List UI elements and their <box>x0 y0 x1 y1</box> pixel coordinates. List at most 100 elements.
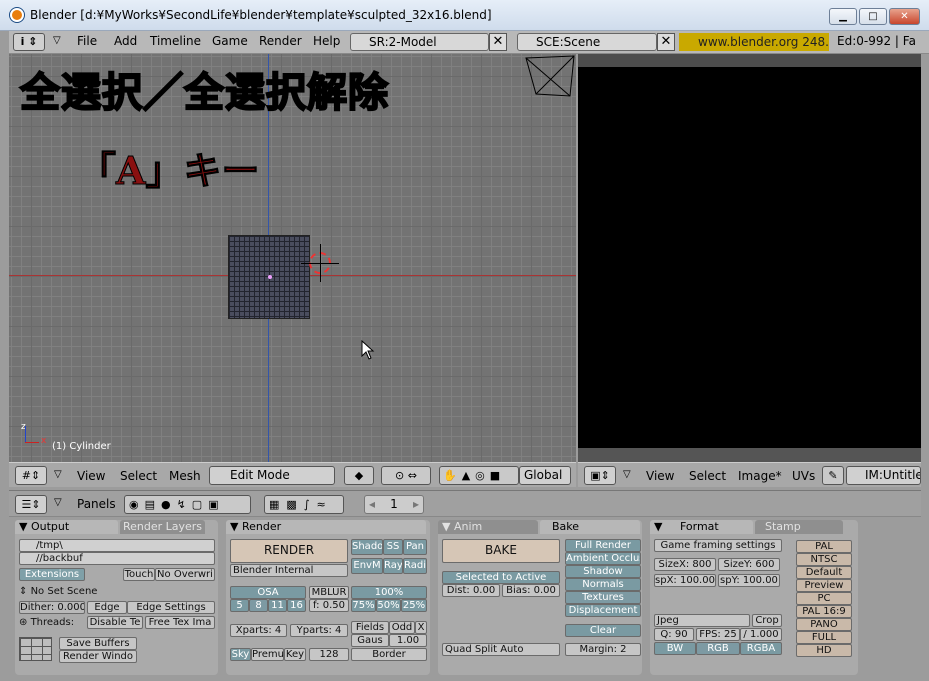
collapse-triangle-icon[interactable]: ▽ <box>623 469 631 480</box>
tab-render-layers[interactable]: Render Layers <box>120 520 205 534</box>
menu-help[interactable]: Help <box>313 34 340 48</box>
odd-toggle[interactable]: Odd <box>389 621 415 634</box>
menu-timeline[interactable]: Timeline <box>150 34 201 48</box>
set-scene-selector[interactable]: ⇕ No Set Scene <box>19 586 97 597</box>
collapse-triangle-icon[interactable]: ▽ <box>54 497 62 508</box>
bake-button[interactable]: BAKE <box>442 539 560 563</box>
shadow-toggle[interactable]: Shado <box>351 539 383 555</box>
crop-toggle[interactable]: Crop <box>752 614 782 627</box>
size-75[interactable]: 75% <box>351 599 376 612</box>
edge-settings-button[interactable]: Edge Settings <box>127 601 215 614</box>
sky-toggle[interactable]: Sky <box>230 648 251 661</box>
xparts-field[interactable]: Xparts: 4 <box>230 624 287 637</box>
aspy-field[interactable]: spY: 100.00 <box>718 574 780 587</box>
disable-tex-toggle[interactable]: Disable Te <box>87 616 143 629</box>
filter-size-field[interactable]: 1.00 <box>389 634 427 647</box>
tab-format[interactable]: ▼ Format <box>650 520 753 534</box>
buttons-editor-type-icon[interactable]: ☰⇕ <box>15 495 47 514</box>
yparts-field[interactable]: Yparts: 4 <box>290 624 348 637</box>
preset-hd[interactable]: HD <box>796 644 852 657</box>
rgb-toggle[interactable]: RGB <box>696 642 740 655</box>
delete-screen-icon[interactable]: ✕ <box>489 33 507 51</box>
osa-11[interactable]: 11 <box>268 599 287 612</box>
selected-to-active-toggle[interactable]: Selected to Active <box>442 571 560 584</box>
radio-toggle[interactable]: Radi <box>403 558 427 574</box>
collapse-triangle-icon[interactable]: ▽ <box>54 469 62 480</box>
bake-ambient-occlusion[interactable]: Ambient Occlus <box>565 552 641 565</box>
screen-selector[interactable]: SR:2-Model <box>350 33 489 51</box>
edge-toggle[interactable]: Edge <box>87 601 127 614</box>
manipulator-icons[interactable]: ✋▲◎■ <box>439 466 519 485</box>
size-50[interactable]: 50% <box>376 599 401 612</box>
menu-image[interactable]: Image* <box>738 469 782 483</box>
key-toggle[interactable]: Key <box>284 648 306 661</box>
preset-pal169[interactable]: PAL 16:9 <box>796 605 852 618</box>
x-toggle[interactable]: X <box>415 621 427 634</box>
preset-full[interactable]: FULL <box>796 631 852 644</box>
render-context-icons[interactable]: ▦▩∫≈ <box>264 495 344 514</box>
grid-editor-type-icon[interactable]: #⇕ <box>15 466 47 485</box>
osa-5[interactable]: 5 <box>230 599 249 612</box>
tab-output[interactable]: ▼ Output <box>15 520 118 534</box>
menu-file[interactable]: File <box>77 34 97 48</box>
maximize-button[interactable]: □ <box>859 8 887 25</box>
render-window-selector[interactable]: Render Windo <box>59 650 137 663</box>
image-editor-type-icon[interactable]: ▣⇕ <box>584 466 616 485</box>
preset-preview[interactable]: Preview <box>796 579 852 592</box>
save-buffers-toggle[interactable]: Save Buffers <box>59 637 137 650</box>
menu-select[interactable]: Select <box>689 469 726 483</box>
tab-anim[interactable]: ▼ Anim <box>438 520 538 534</box>
sizex-field[interactable]: SizeX: 800 <box>654 558 716 571</box>
mblur-factor-field[interactable]: f: 0.50 <box>309 599 349 612</box>
mblur-toggle[interactable]: MBLUR <box>309 586 349 599</box>
output-path-field[interactable]: /tmp\ <box>19 539 215 552</box>
size-percent-toggle[interactable]: 100% <box>351 586 427 599</box>
bake-normals[interactable]: Normals <box>565 578 641 591</box>
bake-clear-toggle[interactable]: Clear <box>565 624 641 637</box>
sizey-field[interactable]: SizeY: 600 <box>718 558 780 571</box>
menu-game[interactable]: Game <box>212 34 248 48</box>
osa-toggle[interactable]: OSA <box>230 586 306 599</box>
tab-bake[interactable]: Bake <box>540 520 640 534</box>
tab-render[interactable]: ▼ Render <box>226 520 426 534</box>
file-type-selector[interactable]: Jpeg <box>654 614 750 627</box>
touch-toggle[interactable]: Touch <box>123 568 155 581</box>
menu-view[interactable]: View <box>646 469 674 483</box>
bake-shadow[interactable]: Shadow <box>565 565 641 578</box>
pan-toggle[interactable]: Pan <box>403 539 427 555</box>
tile-size-selector[interactable]: 128 <box>309 648 349 661</box>
preset-pano[interactable]: PANO <box>796 618 852 631</box>
osa-16[interactable]: 16 <box>287 599 306 612</box>
frame-field[interactable]: ◂ 1 ▸ <box>364 495 424 514</box>
menu-add[interactable]: Add <box>114 34 137 48</box>
tab-stamp[interactable]: Stamp <box>755 520 843 534</box>
delete-scene-icon[interactable]: ✕ <box>657 33 675 51</box>
display-grid-icon[interactable] <box>19 637 52 661</box>
preset-pc[interactable]: PC <box>796 592 852 605</box>
mode-selector[interactable]: Edit Mode <box>209 466 335 485</box>
bake-bias-field[interactable]: Bias: 0.00 <box>502 584 560 597</box>
backbuf-path-field[interactable]: //backbuf <box>19 552 215 565</box>
cylinder-mesh[interactable] <box>228 235 310 319</box>
free-tex-toggle[interactable]: Free Tex Ima <box>145 616 215 629</box>
menu-uvs[interactable]: UVs <box>792 469 815 483</box>
rgba-toggle[interactable]: RGBA <box>740 642 782 655</box>
pin-icon[interactable]: ✎ <box>822 466 844 485</box>
fields-toggle[interactable]: Fields <box>351 621 389 634</box>
bake-full-render[interactable]: Full Render <box>565 539 641 552</box>
preset-ntsc[interactable]: NTSC <box>796 553 852 566</box>
border-toggle[interactable]: Border <box>351 648 427 661</box>
envmap-toggle[interactable]: EnvM <box>351 558 383 574</box>
info-editor-type-icon[interactable]: i ⇕ <box>13 33 45 51</box>
draw-type-icon[interactable]: ◆ <box>344 466 374 485</box>
ray-toggle[interactable]: Ray <box>383 558 403 574</box>
orientation-selector[interactable]: Global <box>519 466 571 485</box>
osa-8[interactable]: 8 <box>249 599 268 612</box>
bake-displacement[interactable]: Displacement <box>565 604 641 617</box>
quality-field[interactable]: Q: 90 <box>654 628 694 641</box>
premul-toggle[interactable]: Premu <box>251 648 284 661</box>
dither-field[interactable]: Dither: 0.000 <box>19 601 85 614</box>
no-overwrite-toggle[interactable]: No Overwri <box>155 568 215 581</box>
render-engine-selector[interactable]: Blender Internal <box>230 564 348 577</box>
image-editor[interactable] <box>578 67 921 448</box>
